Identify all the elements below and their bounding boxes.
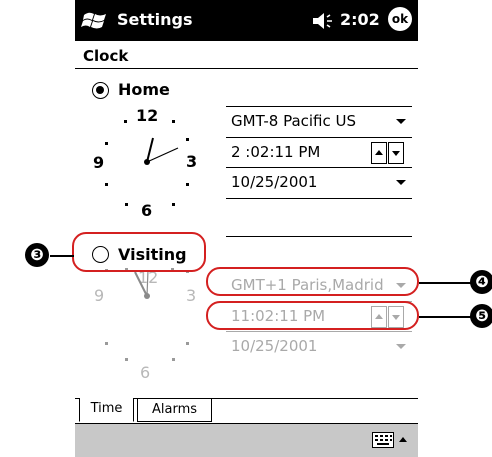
- home-timezone-value: GMT-8 Pacific US: [231, 112, 357, 130]
- section-divider: [226, 236, 412, 237]
- callout-5: ❺: [470, 304, 492, 328]
- menu-bar: [75, 423, 418, 457]
- visiting-callout-oval: [72, 232, 206, 272]
- home-time-up-button[interactable]: [371, 142, 387, 164]
- visiting-clock-hands: [134, 269, 150, 299]
- windows-flag-icon[interactable]: [81, 6, 109, 34]
- status-clock[interactable]: 2:02: [340, 10, 380, 29]
- tab-alarms[interactable]: Alarms: [137, 398, 212, 422]
- visiting-date-select[interactable]: 10/25/2001: [225, 332, 412, 362]
- home-analog-clock: 12 3 6 9: [88, 100, 203, 220]
- app-title: Settings: [117, 10, 193, 29]
- callout-3: ❸: [25, 243, 49, 267]
- timezone-callout-oval: [206, 267, 419, 296]
- arrow-up-icon: [375, 150, 383, 155]
- visiting-date-value: 10/25/2001: [231, 337, 318, 355]
- home-time-value: 2 :02:11 PM: [231, 143, 321, 161]
- home-date-value: 10/25/2001: [231, 173, 318, 191]
- home-label[interactable]: Home: [118, 80, 170, 99]
- home-date-select[interactable]: 10/25/2001: [225, 168, 412, 198]
- input-menu-arrow-icon[interactable]: [399, 437, 407, 442]
- title-divider: [75, 68, 418, 69]
- tab-bar: Time Alarms: [75, 398, 418, 423]
- home-timezone-select[interactable]: GMT-8 Pacific US: [225, 107, 412, 137]
- chevron-down-icon: [396, 180, 406, 185]
- keyboard-icon[interactable]: [372, 432, 394, 448]
- callout-4: ❹: [470, 270, 492, 294]
- chevron-down-icon: [396, 119, 406, 124]
- ok-button[interactable]: ok: [388, 7, 412, 31]
- arrow-down-icon: [392, 151, 400, 156]
- home-time-down-button[interactable]: [388, 142, 404, 164]
- chevron-down-icon: [396, 344, 406, 349]
- page-title: Clock: [83, 47, 129, 65]
- home-time-field[interactable]: 2 :02:11 PM: [225, 138, 370, 168]
- speaker-icon[interactable]: [312, 12, 334, 30]
- visiting-analog-clock: 12 3 6 9: [88, 262, 203, 382]
- time-callout-oval: [206, 301, 419, 330]
- home-clock-hands: [144, 137, 179, 165]
- home-time-spinner[interactable]: [371, 142, 405, 164]
- home-radio[interactable]: [92, 82, 109, 99]
- title-bar: Settings 2:02 ok: [75, 0, 418, 41]
- tab-time[interactable]: Time: [79, 398, 134, 422]
